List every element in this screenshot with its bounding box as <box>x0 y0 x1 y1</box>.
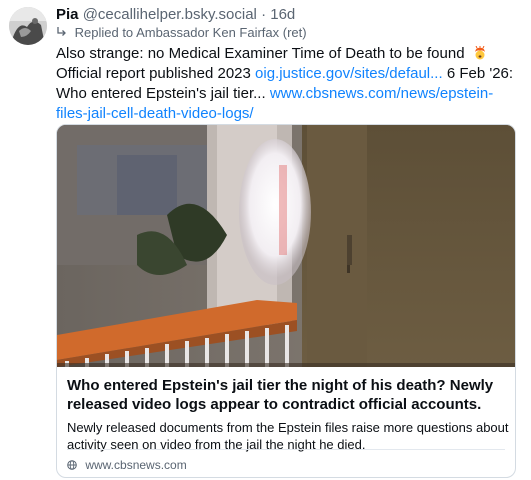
embed-domain-text: www.cbsnews.com <box>85 458 187 472</box>
post[interactable]: Pia @cecallihelper.bsky.social · 16d Rep… <box>0 0 531 480</box>
avatar[interactable] <box>9 7 47 45</box>
post-header: Pia @cecallihelper.bsky.social · 16d <box>56 5 295 25</box>
author-display-name[interactable]: Pia <box>56 6 79 23</box>
post-timestamp[interactable]: 16d <box>270 6 295 23</box>
reply-context[interactable]: Replied to Ambassador Ken Fairfax (ret) <box>56 25 307 41</box>
globe-icon <box>67 458 77 470</box>
embed-divider <box>67 449 505 450</box>
embed-title[interactable]: Who entered Epstein's jail tier the nigh… <box>67 376 509 414</box>
embed-domain[interactable]: www.cbsnews.com <box>67 457 187 473</box>
link-embed-card[interactable]: Who entered Epstein's jail tier the nigh… <box>56 124 516 478</box>
post-text-part2: Official report published 2023 <box>56 65 251 82</box>
embed-description: Newly released documents from the Epstei… <box>67 420 509 452</box>
reply-arrow-icon <box>56 25 67 41</box>
avatar-image <box>9 7 47 45</box>
reply-prefix: Replied to <box>74 25 134 40</box>
reply-to-name[interactable]: Ambassador Ken Fairfax (ret) <box>136 25 307 40</box>
embed-thumbnail-image <box>57 125 515 367</box>
embed-text: Who entered Epstein's jail tier the nigh… <box>67 376 509 453</box>
post-link-oig[interactable]: oig.justice.gov/sites/defaul... <box>255 65 443 82</box>
header-separator: · <box>261 6 267 23</box>
post-body: Also strange: no Medical Examiner Time o… <box>56 44 516 124</box>
mind-blown-emoji-icon <box>473 45 487 60</box>
author-handle[interactable]: @cecallihelper.bsky.social <box>83 6 257 23</box>
post-text-part1: Also strange: no Medical Examiner Time o… <box>56 45 465 62</box>
